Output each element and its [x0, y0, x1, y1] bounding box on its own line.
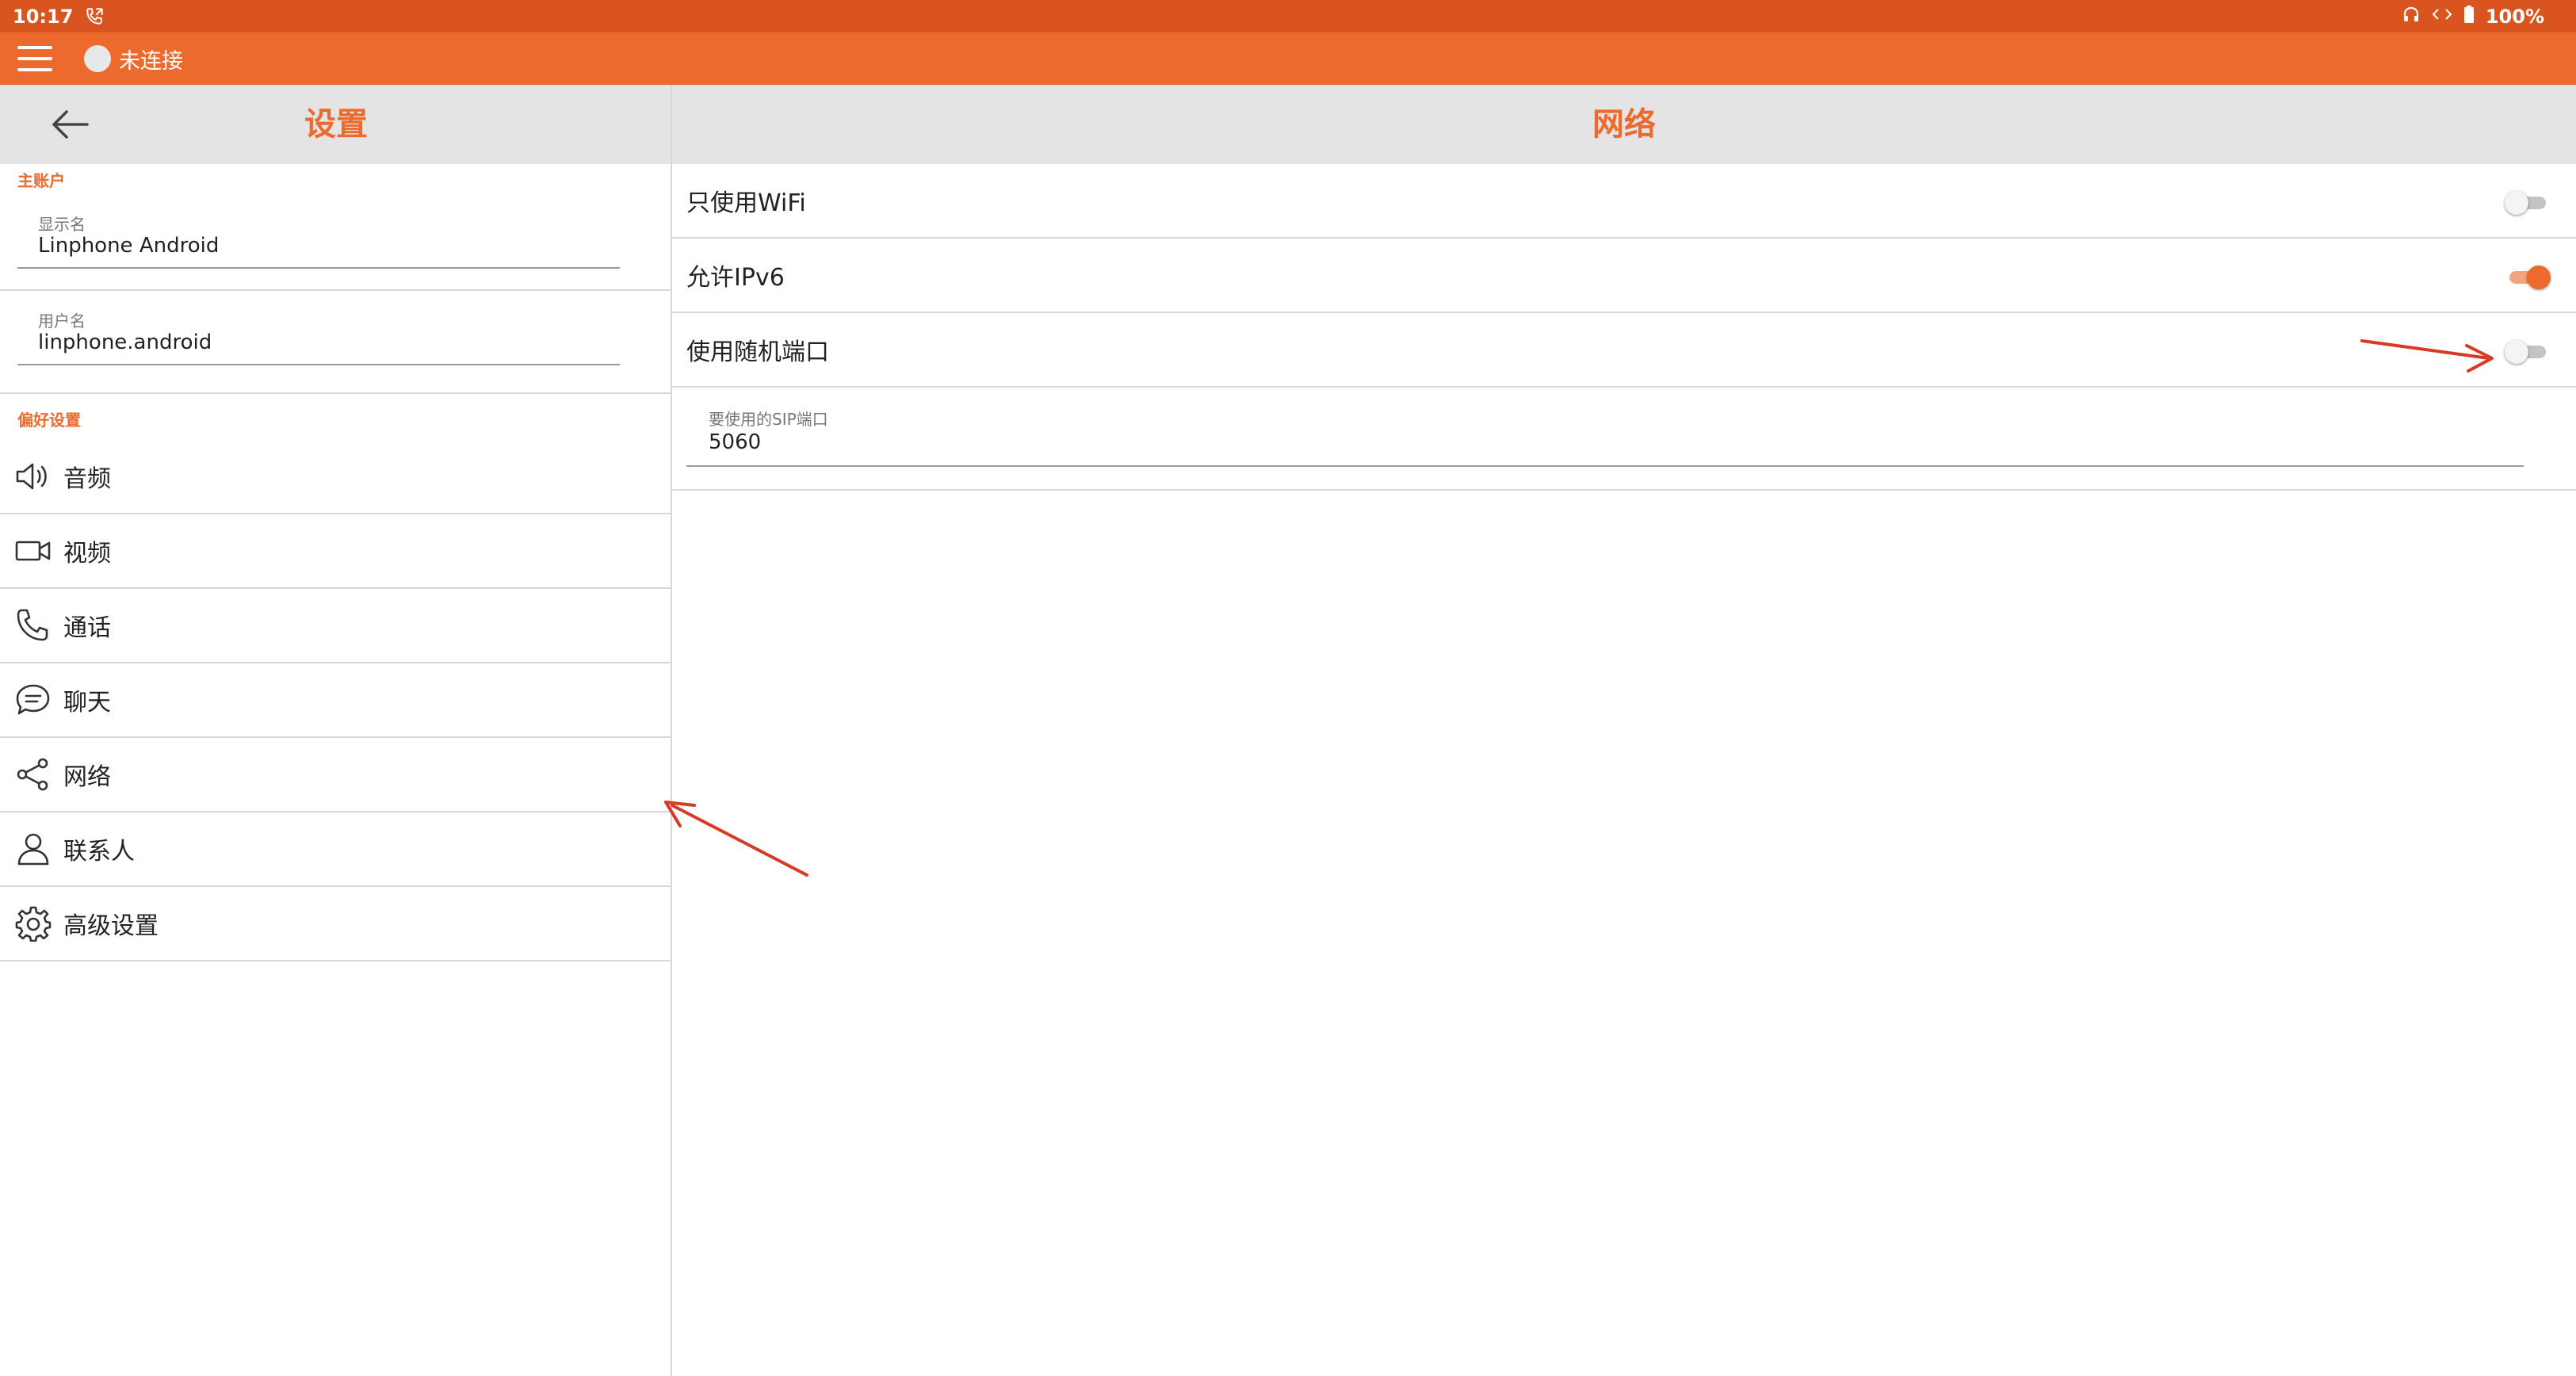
sidebar-item-calls[interactable]: 通话	[0, 589, 671, 663]
gear-icon	[14, 904, 52, 942]
display-name-value: Linphone Android	[38, 234, 220, 258]
sidebar-item-contacts[interactable]: 联系人	[0, 812, 671, 887]
random-port-label: 使用随机端口	[686, 338, 829, 366]
settings-title: 设置	[304, 106, 368, 143]
allow-ipv6-row[interactable]: 允许IPv6	[672, 239, 2576, 313]
username-field[interactable]: 用户名 linphone.android	[0, 291, 671, 394]
person-icon	[14, 830, 52, 868]
sidebar-item-label: 视频	[63, 540, 111, 568]
allow-ipv6-toggle[interactable]	[2505, 263, 2551, 290]
display-name-underline	[17, 267, 620, 269]
network-header: 网络	[672, 85, 2576, 164]
top-bar: 未连接	[0, 32, 2576, 85]
wifi-only-toggle[interactable]	[2505, 189, 2551, 216]
random-port-toggle[interactable]	[2505, 338, 2551, 365]
sidebar-item-network[interactable]: 网络	[0, 738, 671, 812]
sidebar-item-label: 聊天	[63, 689, 111, 717]
sip-port-label: 要使用的SIP端口	[709, 410, 828, 429]
sip-port-field[interactable]: 要使用的SIP端口 5060	[672, 388, 2576, 491]
allow-ipv6-label: 允许IPv6	[686, 264, 785, 292]
preferences-section-heading: 偏好设置	[17, 411, 81, 430]
chat-bubble-icon	[14, 681, 52, 719]
random-port-row[interactable]: 使用随机端口	[672, 313, 2576, 388]
username-underline	[17, 364, 620, 365]
username-value: linphone.android	[38, 331, 212, 354]
display-name-field[interactable]: 显示名 Linphone Android	[0, 194, 671, 291]
sidebar-item-chat[interactable]: 聊天	[0, 663, 671, 738]
data-transfer-icon	[2432, 5, 2452, 29]
speaker-icon	[14, 457, 52, 495]
headphones-icon	[2402, 5, 2421, 29]
hamburger-menu-icon[interactable]	[17, 43, 52, 75]
username-label: 用户名	[38, 312, 86, 331]
connection-status-dot	[84, 45, 111, 72]
account-section-heading: 主账户	[17, 171, 65, 190]
phone-call-icon	[84, 6, 105, 27]
share-network-icon	[14, 755, 52, 793]
status-right-icons: 100%	[2402, 0, 2544, 32]
wifi-only-row[interactable]: 只使用WiFi	[672, 164, 2576, 239]
battery-icon	[2463, 5, 2475, 29]
sip-port-value: 5060	[709, 430, 762, 454]
sidebar-item-label: 通话	[63, 614, 111, 642]
sidebar-item-label: 联系人	[63, 838, 135, 866]
network-title: 网络	[1592, 106, 1656, 143]
status-time: 10:17	[13, 5, 74, 28]
display-name-label: 显示名	[38, 215, 86, 234]
settings-sidebar: 设置 主账户 显示名 Linphone Android 用户名 linphone…	[0, 85, 672, 1376]
sidebar-item-audio[interactable]: 音频	[0, 440, 671, 514]
connection-status-text: 未连接	[119, 48, 183, 74]
wifi-only-label: 只使用WiFi	[686, 189, 806, 217]
sidebar-item-advanced[interactable]: 高级设置	[0, 887, 671, 961]
network-settings-panel: 网络 只使用WiFi 允许IPv6 使用随机端口 要使用的SIP端口 5060	[672, 85, 2576, 1376]
sip-port-underline	[686, 465, 2524, 467]
sidebar-item-label: 高级设置	[63, 912, 159, 940]
phone-icon	[14, 606, 52, 644]
status-bar: 10:17 100%	[0, 0, 2576, 32]
sidebar-item-label: 音频	[63, 465, 111, 493]
battery-level: 100%	[2485, 5, 2544, 28]
sidebar-item-video[interactable]: 视频	[0, 514, 671, 589]
settings-header: 设置	[0, 85, 671, 164]
video-camera-icon	[14, 532, 52, 570]
sidebar-item-label: 网络	[63, 763, 111, 791]
